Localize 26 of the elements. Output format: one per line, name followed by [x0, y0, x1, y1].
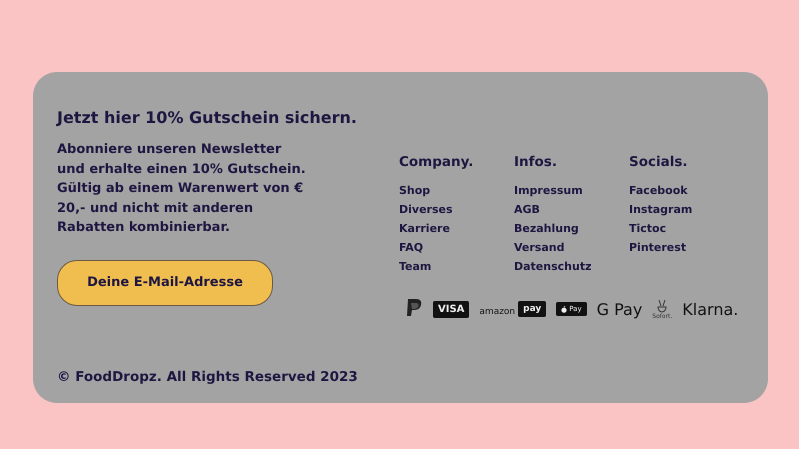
footer-link[interactable]: Bezahlung: [514, 219, 579, 238]
footer-link[interactable]: Impressum: [514, 181, 583, 200]
footer-link[interactable]: Tictoc: [629, 219, 666, 238]
footer-link[interactable]: Datenschutz: [514, 257, 592, 276]
email-button[interactable]: Deine E-Mail-Adresse: [57, 260, 273, 306]
column-title: Infos.: [514, 154, 558, 170]
footer-link[interactable]: Shop: [399, 181, 430, 200]
visa-logo: VISA: [433, 300, 470, 318]
newsletter-text: Abonniere unseren Newsletter und erhalte einen 10% Gutschein.: [57, 141, 307, 178]
column-title: Company.: [399, 154, 474, 170]
payment-logo: G Pay: [596, 300, 642, 318]
footer-link[interactable]: Karriere: [399, 219, 450, 238]
footer-link[interactable]: Pinterest: [629, 238, 686, 257]
footer-link[interactable]: Versand: [514, 238, 564, 257]
footer-link[interactable]: Instagram: [629, 200, 692, 219]
footer-link[interactable]: Facebook: [629, 181, 688, 200]
copyright-text: © FoodDropz. All Rights Reserved 2023: [57, 369, 359, 385]
footer-link[interactable]: AGB: [514, 200, 540, 219]
payment-logo: Klarna.: [682, 300, 738, 318]
amazon-pay-logo: amazon pay: [479, 301, 546, 317]
newsletter-title: Jetzt hier 10% Gutschein sichern.: [57, 108, 358, 127]
footer-link[interactable]: Diverses: [399, 200, 453, 219]
footer-link[interactable]: FAQ: [399, 238, 424, 257]
column-title: Socials.: [629, 154, 689, 170]
newsletter-text: Gültig ab einem Warenwert von € 20,- und nicht mit anderen Rabatten kombinierbar.: [57, 180, 304, 237]
footer-link[interactable]: Team: [399, 257, 432, 276]
